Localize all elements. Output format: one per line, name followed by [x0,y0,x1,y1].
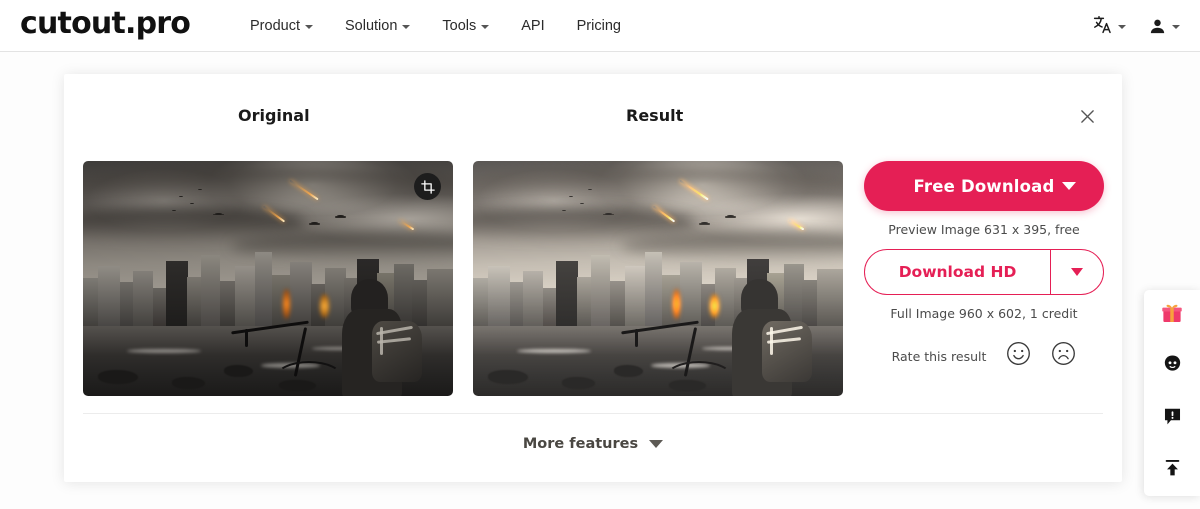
support-face-icon [1161,353,1184,381]
hooded-figure [725,278,814,396]
nav-item-tools[interactable]: Tools [442,18,490,34]
cloud-band [83,165,453,204]
header-actions [1092,0,1180,52]
shore-wave [127,349,202,353]
bird [569,196,574,198]
chevron-down-icon [1172,25,1180,29]
helicopter [724,215,736,218]
bird [197,189,202,191]
hooded-figure [335,278,424,396]
chevron-down-icon [1071,268,1083,276]
original-image [83,161,453,396]
rock [171,377,206,389]
free-download-label: Free Download [913,176,1055,196]
chevron-down-icon [1118,25,1126,29]
feedback-button[interactable] [1144,393,1200,445]
bird [580,203,585,205]
helicopter [308,222,320,225]
helicopter [602,212,614,216]
rewards-button[interactable] [1144,290,1200,342]
pane-titles: Original Result [64,106,1122,134]
back-to-top-button[interactable] [1144,445,1200,497]
rate-result-label: Rate this result [891,348,987,364]
result-card: Original Result Free Download Preview Im… [64,74,1122,482]
original-image-pane[interactable] [83,161,453,396]
free-download-caption: Preview Image 631 x 395, free [888,222,1080,237]
language-switcher[interactable] [1092,14,1126,39]
nav-label: Pricing [576,18,621,34]
site-logo[interactable]: cutout.pro [20,6,191,41]
rate-result-row: Rate this result [864,341,1104,371]
chevron-down-icon [649,440,664,448]
crop-icon[interactable] [414,173,441,200]
chevron-down-icon [481,25,490,29]
free-download-button[interactable]: Free Download [864,161,1104,211]
nav-label: API [521,18,545,34]
bird [190,203,195,205]
backpack [761,320,812,382]
floating-action-rail [1144,290,1200,496]
rock [561,377,596,389]
nav-item-pricing[interactable]: Pricing [577,18,621,34]
more-features-label: More features [522,436,639,452]
gift-icon [1161,302,1183,329]
smiley-face-icon[interactable] [1006,341,1031,371]
user-account-icon [1148,17,1167,36]
nav-item-solution[interactable]: Solution [344,18,411,34]
back-to-top-icon [1162,457,1183,483]
main-navigation: Product Solution Tools API Pricing [250,0,621,52]
site-header: cutout.pro Product Solution Tools API Pr… [0,0,1200,52]
page-root: cutout.pro Product Solution Tools API Pr… [0,0,1200,509]
footer-divider [83,413,1103,414]
helicopter [334,215,346,218]
nav-label: Solution [344,18,398,34]
more-features-toggle[interactable]: More features [64,436,1122,452]
language-translate-icon [1092,14,1113,39]
bird [587,189,592,191]
cloud-band [473,165,843,204]
backpack [371,320,422,382]
nav-item-api[interactable]: API [521,18,544,34]
nav-label: Product [250,18,300,34]
result-image-pane[interactable] [473,161,843,396]
user-account-menu[interactable] [1148,17,1180,36]
bird [179,196,184,198]
chevron-down-icon[interactable] [1062,182,1076,190]
nav-item-product[interactable]: Product [250,18,313,34]
download-hd-group: Download HD [864,249,1104,295]
download-hd-dropdown[interactable] [1050,250,1103,294]
feedback-bubble-icon [1162,406,1183,432]
page-title-result: Result [626,106,684,125]
sad-face-icon[interactable] [1051,341,1076,371]
helicopter [212,212,224,216]
download-hd-button[interactable]: Download HD [865,250,1050,294]
result-image [473,161,843,396]
customer-support-button[interactable] [1144,342,1200,394]
chevron-down-icon [304,25,313,29]
download-hd-caption: Full Image 960 x 602, 1 credit [890,306,1078,321]
chevron-down-icon [402,25,411,29]
download-actions: Free Download Preview Image 631 x 395, f… [864,161,1104,371]
download-hd-label: Download HD [898,263,1017,281]
page-title-original: Original [238,106,310,125]
nav-label: Tools [442,18,477,34]
shore-wave [517,349,592,353]
helicopter [698,222,710,225]
